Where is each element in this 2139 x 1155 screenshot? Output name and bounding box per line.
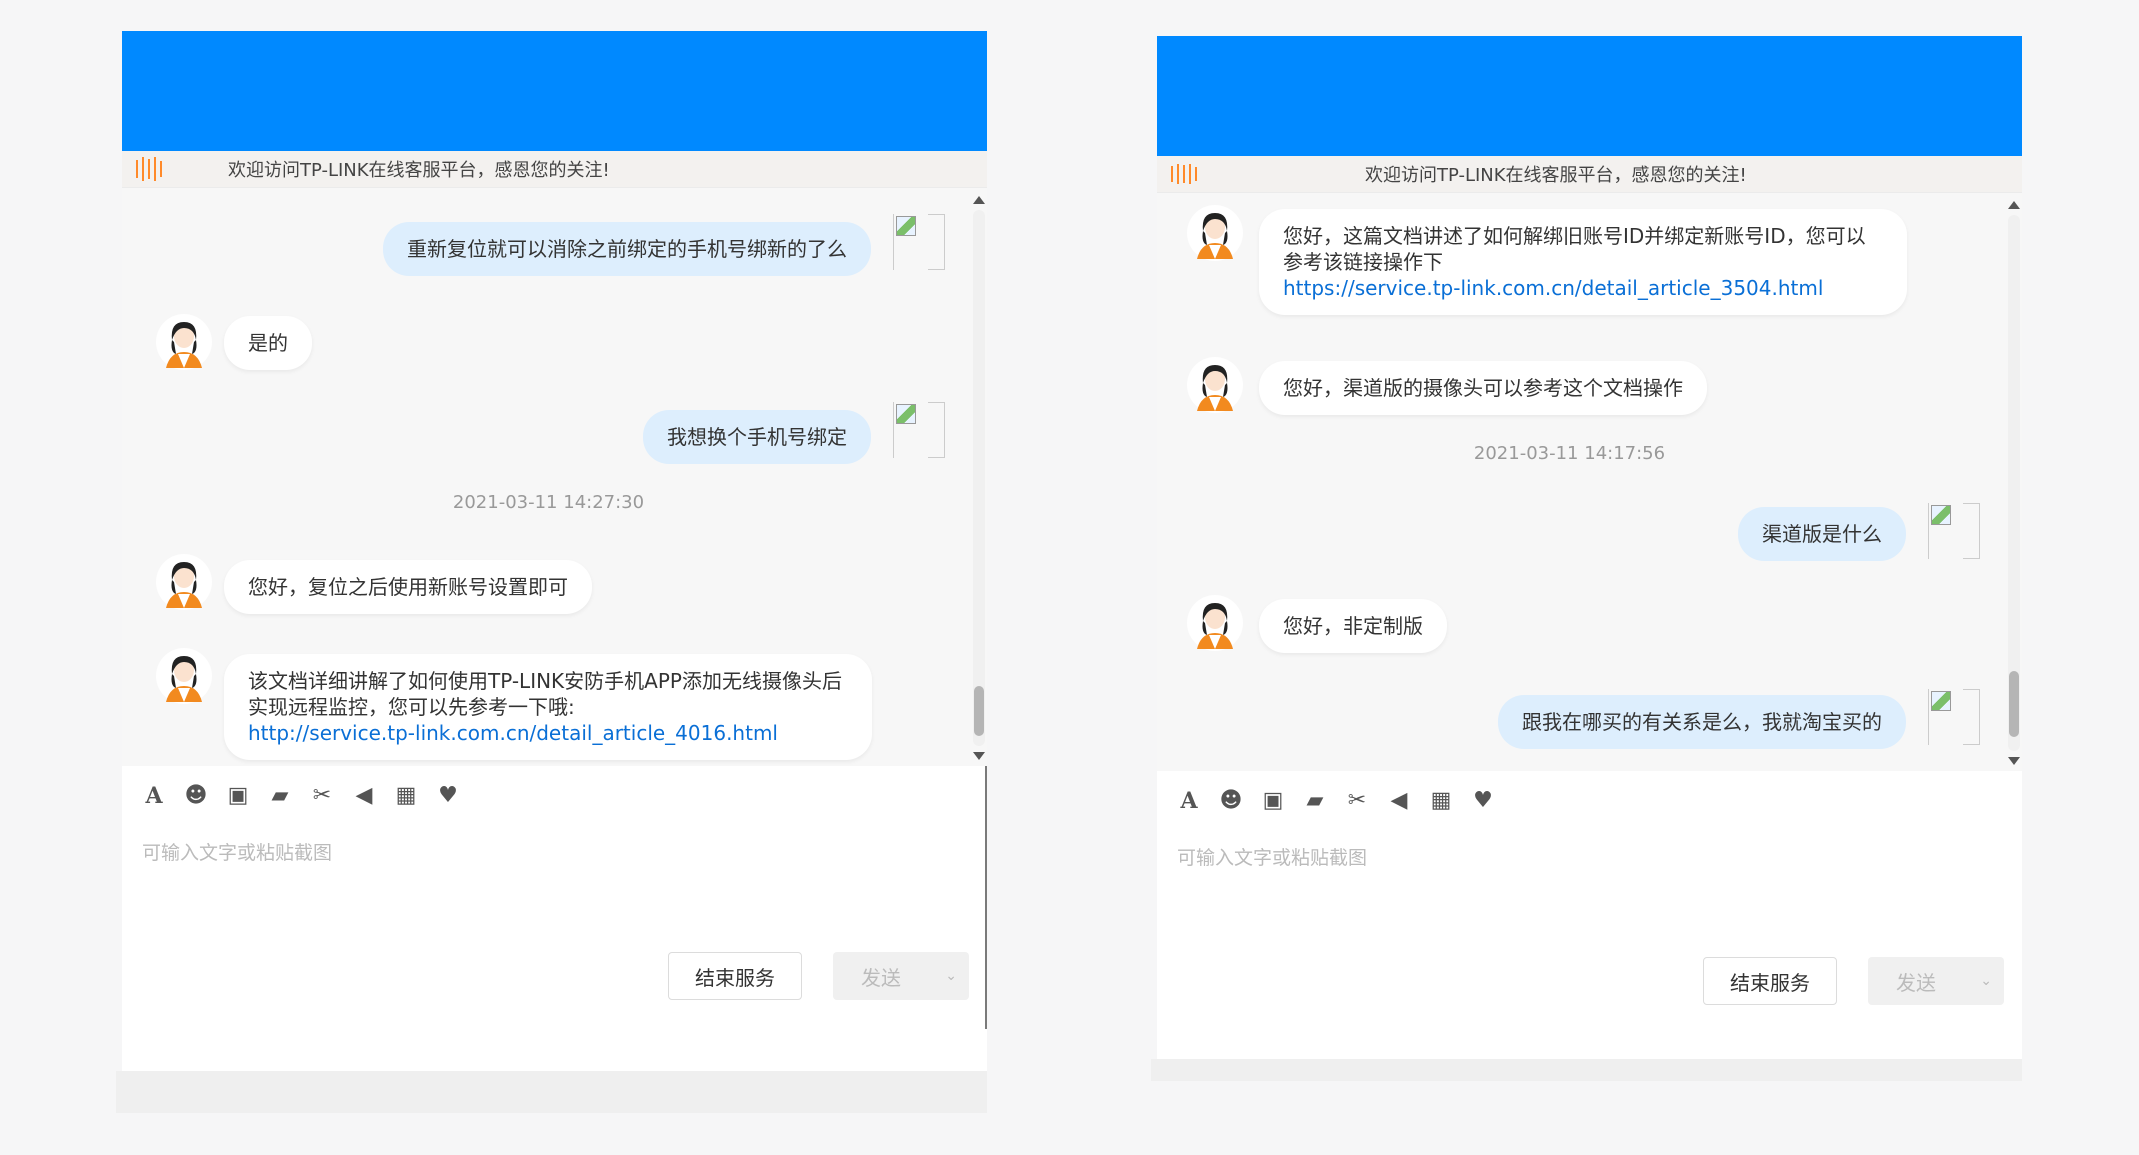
- folder-icon[interactable]: ▰: [1303, 789, 1327, 813]
- folder-icon[interactable]: ▰: [268, 784, 292, 808]
- message-timestamp: 2021-03-11 14:27:30: [452, 492, 645, 513]
- chevron-down-icon[interactable]: ⌄: [1980, 973, 1992, 989]
- scroll-thumb[interactable]: [2009, 671, 2019, 737]
- agent-avatar: [156, 554, 212, 610]
- agent-avatar: [1187, 357, 1243, 413]
- send-button[interactable]: 发送 ⌄: [1868, 957, 2004, 1005]
- emoji-icon[interactable]: ☻: [184, 784, 208, 808]
- scroll-up-arrow[interactable]: [973, 196, 985, 204]
- chat-window-left: 欢迎访问TP-LINK在线客服平台，感恩您的关注! 重新复位就可以消除之前绑定的…: [116, 31, 987, 1113]
- qrcode-icon[interactable]: ▦: [394, 784, 418, 808]
- chat-window-right: 欢迎访问TP-LINK在线客服平台，感恩您的关注! 您好，这篇文档讲述了如何解绑…: [1151, 36, 2022, 1081]
- send-button[interactable]: 发送 ⌄: [833, 952, 969, 1000]
- agent-avatar: [1187, 205, 1243, 261]
- volume-icon[interactable]: ◀: [352, 784, 376, 808]
- article-link[interactable]: http://service.tp-link.com.cn/detail_art…: [248, 721, 778, 745]
- scroll-thumb[interactable]: [974, 686, 984, 736]
- image-icon[interactable]: ▣: [1261, 789, 1285, 813]
- screen: 欢迎访问TP-LINK在线客服平台，感恩您的关注! 重新复位就可以消除之前绑定的…: [0, 0, 2139, 1155]
- notice-text: 欢迎访问TP-LINK在线客服平台，感恩您的关注!: [1365, 165, 1747, 186]
- user-avatar-broken-image: [1928, 689, 1980, 745]
- agent-message: 是的: [224, 316, 312, 370]
- chat-header: [1157, 36, 2022, 156]
- volume-icon[interactable]: ◀: [1387, 789, 1411, 813]
- user-avatar-broken-image: [893, 214, 945, 270]
- agent-message: 您好，这篇文档讲述了如何解绑旧账号ID并绑定新账号ID，您可以参考该链接操作下 …: [1259, 209, 1907, 315]
- notice-text: 欢迎访问TP-LINK在线客服平台，感恩您的关注!: [228, 160, 610, 181]
- message-list[interactable]: 重新复位就可以消除之前绑定的手机号绑新的了么 是的 我想换个手机号绑定 2021…: [122, 188, 987, 766]
- send-button-label: 发送: [1896, 970, 1936, 995]
- user-avatar-broken-image: [1928, 503, 1980, 559]
- sound-wave-icon: [1171, 162, 1201, 186]
- article-link[interactable]: https://service.tp-link.com.cn/detail_ar…: [1283, 276, 1823, 300]
- scrollbar[interactable]: [2006, 201, 2020, 765]
- user-message: 跟我在哪买的有关系是么，我就淘宝买的: [1498, 695, 1906, 749]
- composer-toolbar: A ☻ ▣ ▰ ✂ ◀ ▦ ♥: [1157, 771, 2022, 831]
- agent-message: 您好，非定制版: [1259, 599, 1447, 653]
- message-text: 您好，这篇文档讲述了如何解绑旧账号ID并绑定新账号ID，您可以参考该链接操作下: [1283, 224, 1866, 274]
- scrollbar[interactable]: [971, 196, 985, 760]
- sound-wave-icon: [136, 157, 166, 181]
- user-avatar-broken-image: [893, 402, 945, 458]
- agent-message: 您好，渠道版的摄像头可以参考这个文档操作: [1259, 361, 1707, 415]
- qrcode-icon[interactable]: ▦: [1429, 789, 1453, 813]
- user-message: 我想换个手机号绑定: [643, 410, 871, 464]
- send-button-label: 发送: [861, 965, 901, 990]
- message-input[interactable]: 可输入文字或粘贴截图 结束服务 发送 ⌄: [122, 826, 987, 1016]
- scroll-track[interactable]: [973, 210, 985, 746]
- chat-header: [122, 31, 987, 151]
- end-service-button[interactable]: 结束服务: [668, 952, 802, 1000]
- heart-icon[interactable]: ♥: [1471, 789, 1495, 813]
- agent-message: 您好，复位之后使用新账号设置即可: [224, 560, 592, 614]
- input-placeholder: 可输入文字或粘贴截图: [142, 842, 333, 864]
- input-placeholder: 可输入文字或粘贴截图: [1177, 847, 1368, 869]
- agent-avatar: [156, 648, 212, 704]
- composer-toolbar: A ☻ ▣ ▰ ✂ ◀ ▦ ♥: [122, 766, 987, 826]
- chevron-down-icon[interactable]: ⌄: [945, 968, 957, 984]
- message-text: 该文档详细讲解了如何使用TP-LINK安防手机APP添加无线摄像头后实现远程监控…: [248, 669, 842, 719]
- agent-avatar: [156, 314, 212, 370]
- emoji-icon[interactable]: ☻: [1219, 789, 1243, 813]
- scissors-icon[interactable]: ✂: [310, 784, 334, 808]
- image-icon[interactable]: ▣: [226, 784, 250, 808]
- scroll-up-arrow[interactable]: [2008, 201, 2020, 209]
- agent-avatar: [1187, 595, 1243, 651]
- panel-footer: [116, 1071, 987, 1113]
- message-timestamp: 2021-03-11 14:17:56: [1473, 443, 1666, 464]
- scroll-down-arrow[interactable]: [2008, 757, 2020, 765]
- panel-edge: [985, 766, 987, 1029]
- message-list[interactable]: 您好，这篇文档讲述了如何解绑旧账号ID并绑定新账号ID，您可以参考该链接操作下 …: [1157, 193, 2022, 771]
- notice-bar: 欢迎访问TP-LINK在线客服平台，感恩您的关注!: [122, 151, 987, 188]
- heart-icon[interactable]: ♥: [436, 784, 460, 808]
- font-icon[interactable]: A: [1177, 789, 1201, 813]
- user-message: 重新复位就可以消除之前绑定的手机号绑新的了么: [383, 222, 871, 276]
- agent-message: 该文档详细讲解了如何使用TP-LINK安防手机APP添加无线摄像头后实现远程监控…: [224, 654, 872, 760]
- font-icon[interactable]: A: [142, 784, 166, 808]
- notice-bar: 欢迎访问TP-LINK在线客服平台，感恩您的关注!: [1157, 156, 2022, 193]
- scroll-down-arrow[interactable]: [973, 752, 985, 760]
- user-message: 渠道版是什么: [1738, 507, 1906, 561]
- panel-footer: [1151, 1059, 2022, 1081]
- message-input[interactable]: 可输入文字或粘贴截图 结束服务 发送 ⌄: [1157, 831, 2022, 1021]
- scissors-icon[interactable]: ✂: [1345, 789, 1369, 813]
- end-service-button[interactable]: 结束服务: [1703, 957, 1837, 1005]
